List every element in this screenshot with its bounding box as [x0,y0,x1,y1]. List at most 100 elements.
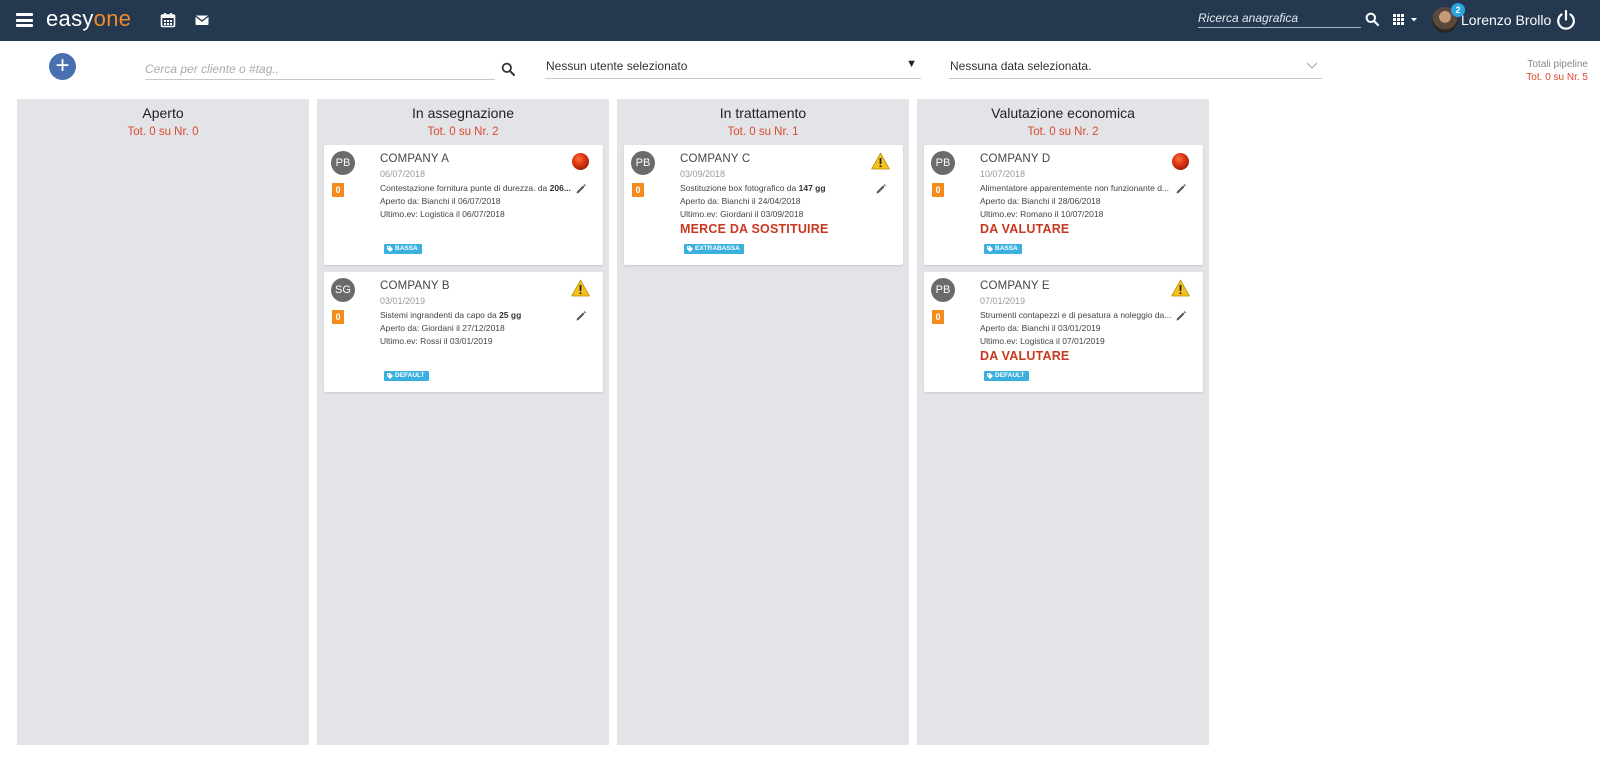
company-name[interactable]: COMPANY D [980,153,1050,165]
pencil-edit-icon[interactable] [575,183,587,195]
column-title: In trattamento [719,105,807,121]
red-circle-icon [1172,153,1189,170]
warning-icon [871,152,890,170]
ticket-card[interactable]: PB 0 COMPANY E 07/01/2019 Strumenti contapez… [924,272,1203,392]
counter-badge: 0 [632,183,644,197]
company-name[interactable]: COMPANY E [980,280,1050,292]
pencil-edit-icon[interactable] [1175,183,1187,195]
priority-tag[interactable]: DEFAULT [984,371,1029,381]
opened-by: Aperto da: Bianchi il 28/06/2018 [980,196,1101,206]
assignee-initials: PB [931,151,955,175]
company-name[interactable]: COMPANY A [380,153,449,165]
pipeline-column-in-trattamento: In trattamento Tot. 0 su Nr. 1 PB 0 COMPAN… [617,99,909,745]
ticket-date: 03/01/2019 [380,296,426,306]
priority-tag-label: DEFAULT [395,372,425,379]
apps-grid-dropdown-icon[interactable] [1393,14,1419,26]
company-name[interactable]: COMPANY B [380,280,450,292]
date-select-dropdown[interactable]: Nessuna data selezionata. [949,57,1322,79]
priority-tag[interactable]: DEFAULT [384,371,429,381]
search-icon[interactable] [501,62,515,76]
client-search-field[interactable] [145,58,495,80]
opened-by: Aperto da: Bianchi il 24/04/2018 [680,196,801,206]
pencil-edit-icon[interactable] [875,183,887,195]
counter-badge: 0 [332,310,344,324]
priority-tag[interactable]: BASSA [984,244,1022,254]
last-event: Ultimo.ev: Rossi il 03/01/2019 [380,336,493,346]
ticket-card[interactable]: PB 0 COMPANY A 06/07/2018 Contestazione forn… [324,145,603,265]
ticket-description: Alimentatore apparentemente non funziona… [980,183,1175,193]
last-event: Ultimo.ev: Giordani il 03/09/2018 [680,209,804,219]
assignee-initials: PB [631,151,655,175]
ticket-status: DA VALUTARE [980,349,1070,363]
power-logout-icon[interactable] [1555,9,1577,31]
pipeline-totals-value: Tot. 0 su Nr. 5 [1526,72,1588,83]
tag-icon [987,373,993,379]
ticket-date: 07/01/2019 [980,296,1026,306]
description-text: Sistemi ingrandenti da capo da [380,310,500,320]
pipeline-column-in-assegnazione: In assegnazione Tot. 0 su Nr. 2 PB 0 COMPA… [317,99,609,745]
column-subtitle: Tot. 0 su Nr. 0 [127,126,199,138]
ticket-description: Strumenti contapezzi e di pesatura a nol… [980,310,1175,320]
ticket-date: 06/07/2018 [380,169,426,179]
description-duration: 25 gg [499,310,522,320]
logo-one-text: one [93,6,132,31]
column-subtitle: Tot. 0 su Nr. 1 [727,126,799,138]
tag-icon [387,373,393,379]
card-list: PB 0 COMPANY A 06/07/2018 Contestazione forn… [324,145,603,399]
card-list: PB 0 COMPANY C 03/09/2018 Sostituzione box f… [624,145,903,272]
pipeline-totals: Totali pipeline Tot. 0 su Nr. 5 [1526,58,1588,84]
column-subtitle: Tot. 0 su Nr. 2 [427,126,499,138]
priority-tag[interactable]: BASSA [384,244,422,254]
registry-search-input[interactable] [1198,8,1361,27]
caret-down-icon: ▼ [906,58,917,70]
description-text: Alimentatore apparentemente non funziona… [980,183,1170,193]
counter-badge: 0 [332,183,344,197]
red-circle-icon [572,153,589,170]
ticket-card[interactable]: SG 0 COMPANY B 03/01/2019 Sistemi ingrandent… [324,272,603,392]
pipeline-column-valutazione-economica: Valutazione economica Tot. 0 su Nr. 2 PB… [917,99,1209,745]
column-title: Aperto [142,105,184,121]
tag-icon [987,246,993,252]
priority-tag-label: DEFAULT [995,372,1025,379]
tag-icon [687,246,693,252]
ticket-card[interactable]: PB 0 COMPANY C 03/09/2018 Sostituzione box f… [624,145,903,265]
ticket-description: Sostituzione box fotografico da 147 gg [680,183,875,193]
warning-icon [571,279,590,297]
calendar-icon[interactable] [160,12,176,28]
description-duration: 147 gg [798,183,826,193]
ticket-description: Sistemi ingrandenti da capo da 25 gg [380,310,575,320]
user-select-dropdown[interactable]: Nessun utente selezionato ▼ [545,57,921,79]
priority-tag-label: BASSA [995,245,1018,252]
priority-tag-label: EXTRABASSA [695,245,740,252]
company-name[interactable]: COMPANY C [680,153,750,165]
add-button[interactable]: + [49,53,76,80]
description-text: Contestazione fornitura punte di durezza… [380,183,550,193]
description-text: Sostituzione box fotografico da [680,183,799,193]
top-navbar: easyone 2 Lorenzo Brollo [0,0,1600,41]
pipeline-column-aperto: Aperto Tot. 0 su Nr. 0 [17,99,309,745]
search-icon[interactable] [1365,12,1379,26]
warning-icon [1171,279,1190,297]
mail-icon[interactable] [194,12,210,28]
chevron-down-icon [1306,62,1318,69]
priority-tag[interactable]: EXTRABASSA [684,244,744,254]
client-search-input[interactable] [145,58,495,79]
ticket-date: 10/07/2018 [980,169,1026,179]
last-event: Ultimo.ev: Romano il 10/07/2018 [980,209,1104,219]
pencil-edit-icon[interactable] [1175,310,1187,322]
ticket-description: Contestazione fornitura punte di durezza… [380,183,575,193]
column-subtitle: Tot. 0 su Nr. 2 [1027,126,1099,138]
user-select-value: Nessun utente selezionato [546,59,688,73]
card-list: PB 0 COMPANY D 10/07/2018 Alimentatore appar… [924,145,1203,399]
ticket-card[interactable]: PB 0 COMPANY D 10/07/2018 Alimentatore appar… [924,145,1203,265]
app-logo[interactable]: easyone [46,6,131,32]
logo-easy-text: easy [46,6,94,31]
assignee-initials: PB [931,278,955,302]
hamburger-menu-icon[interactable] [16,13,33,27]
ticket-status: MERCE DA SOSTITUIRE [680,222,829,236]
user-name[interactable]: Lorenzo Brollo [1461,12,1551,28]
registry-search-field[interactable] [1198,8,1361,28]
description-duration: 206... [549,183,571,193]
description-text: Strumenti contapezzi e di pesatura a nol… [980,310,1172,320]
pencil-edit-icon[interactable] [575,310,587,322]
